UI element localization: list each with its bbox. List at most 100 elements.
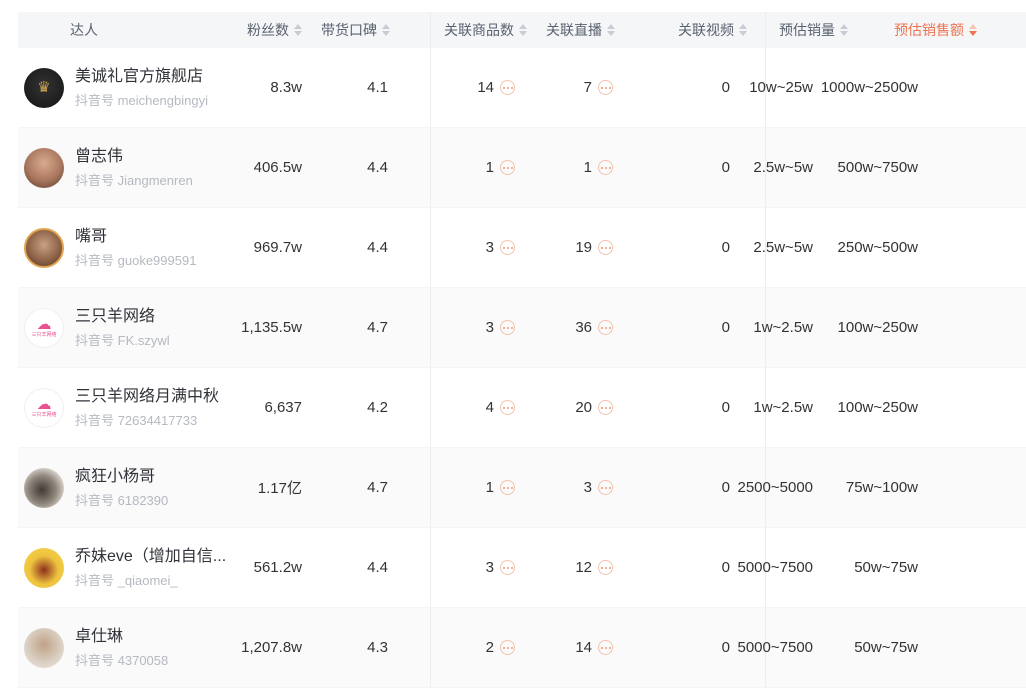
douyin-id-value: 4370058 xyxy=(118,653,169,668)
influencer-name[interactable]: 乔妹eve（增加自信... xyxy=(75,547,226,567)
douyin-account: 抖音号 meichengbingyi xyxy=(75,93,208,108)
related-lives: 36 xyxy=(535,288,627,367)
influencer-name[interactable]: 三只羊网络月满中秋 xyxy=(75,387,219,407)
column-header-lives[interactable]: 关联直播 xyxy=(535,12,627,48)
avatar[interactable] xyxy=(24,148,64,188)
sort-caret-icon[interactable] xyxy=(607,24,615,36)
reputation-score: 4.4 xyxy=(328,208,430,287)
influencer-cell: 乔妹eve（增加自信... 抖音号 _qiaomei_ xyxy=(18,528,233,607)
douyin-id-value: Jiangmenren xyxy=(118,173,193,188)
related-products: 3 xyxy=(430,288,535,367)
column-header-videos[interactable]: 关联视频 xyxy=(627,12,765,48)
table-header: 达人 粉丝数 带货口碑 关联商品数 关联直播 关联视频 预估销量 预估销售额 xyxy=(18,12,1026,48)
more-ellipsis-icon[interactable] xyxy=(598,80,613,95)
avatar-logo-icon: ♛ xyxy=(37,80,50,95)
sort-caret-active-desc-icon[interactable] xyxy=(969,24,977,36)
column-header-reputation[interactable]: 带货口碑 xyxy=(328,12,430,48)
more-ellipsis-icon[interactable] xyxy=(500,560,515,575)
related-lives: 20 xyxy=(535,368,627,447)
reputation-score: 4.4 xyxy=(328,128,430,207)
influencer-name[interactable]: 嘴哥 xyxy=(75,227,196,247)
related-lives: 7 xyxy=(535,48,627,127)
estimated-amount: 500w~750w xyxy=(865,128,1026,207)
sort-caret-icon[interactable] xyxy=(519,24,527,36)
more-ellipsis-icon[interactable] xyxy=(598,480,613,495)
more-ellipsis-icon[interactable] xyxy=(500,320,515,335)
more-ellipsis-icon[interactable] xyxy=(598,320,613,335)
reputation-score: 4.1 xyxy=(328,48,430,127)
douyin-account: 抖音号 guoke999591 xyxy=(75,253,196,268)
avatar[interactable]: ☁ 三只羊网络 xyxy=(24,388,64,428)
column-header-est-sales[interactable]: 预估销量 xyxy=(765,12,865,48)
influencer-cell: 曾志伟 抖音号 Jiangmenren xyxy=(18,128,233,207)
more-ellipsis-icon[interactable] xyxy=(500,80,515,95)
reputation-score: 4.7 xyxy=(328,288,430,367)
fans-count: 1.17亿 xyxy=(233,448,328,527)
more-ellipsis-icon[interactable] xyxy=(598,240,613,255)
sort-caret-icon[interactable] xyxy=(739,24,747,36)
related-videos: 0 xyxy=(627,208,765,287)
related-products-count: 1 xyxy=(486,479,494,496)
influencer-name[interactable]: 曾志伟 xyxy=(75,147,193,167)
fans-count: 8.3w xyxy=(233,48,328,127)
column-label: 关联视频 xyxy=(678,20,734,40)
related-videos: 0 xyxy=(627,288,765,367)
more-ellipsis-icon[interactable] xyxy=(500,240,515,255)
related-lives-count: 20 xyxy=(575,399,592,416)
avatar[interactable] xyxy=(24,628,64,668)
related-products-count: 1 xyxy=(486,159,494,176)
influencer-cell: ☁ 三只羊网络 三只羊网络月满中秋 抖音号 72634417733 xyxy=(18,368,233,447)
sort-caret-icon[interactable] xyxy=(840,24,848,36)
related-products-count: 3 xyxy=(486,559,494,576)
table-row: 乔妹eve（增加自信... 抖音号 _qiaomei_ 561.2w 4.4 3… xyxy=(18,528,1026,608)
related-lives-count: 19 xyxy=(575,239,592,256)
influencer-name[interactable]: 三只羊网络 xyxy=(75,307,170,327)
influencer-name[interactable]: 疯狂小杨哥 xyxy=(75,467,168,487)
related-products: 1 xyxy=(430,128,535,207)
avatar[interactable] xyxy=(24,468,64,508)
douyin-id-label: 抖音号 xyxy=(75,333,114,348)
more-ellipsis-icon[interactable] xyxy=(598,160,613,175)
douyin-id-value: guoke999591 xyxy=(118,253,197,268)
influencer-name[interactable]: 卓仕琳 xyxy=(75,627,168,647)
related-products: 4 xyxy=(430,368,535,447)
more-ellipsis-icon[interactable] xyxy=(500,160,515,175)
column-label: 粉丝数 xyxy=(247,20,289,40)
column-header-est-amount-sorted[interactable]: 预估销售额 xyxy=(865,12,1026,48)
influencer-name[interactable]: 美诚礼官方旗舰店 xyxy=(75,67,208,87)
column-header-products[interactable]: 关联商品数 xyxy=(430,12,535,48)
related-lives: 12 xyxy=(535,528,627,607)
fans-count: 6,637 xyxy=(233,368,328,447)
avatar[interactable]: ♛ xyxy=(24,68,64,108)
related-lives-count: 12 xyxy=(575,559,592,576)
related-lives: 19 xyxy=(535,208,627,287)
sort-caret-icon[interactable] xyxy=(382,24,390,36)
more-ellipsis-icon[interactable] xyxy=(598,560,613,575)
more-ellipsis-icon[interactable] xyxy=(500,640,515,655)
column-label: 关联直播 xyxy=(546,20,602,40)
related-lives: 14 xyxy=(535,608,627,687)
douyin-account: 抖音号 Jiangmenren xyxy=(75,173,193,188)
estimated-sales: 5000~7500 xyxy=(765,528,865,607)
douyin-id-label: 抖音号 xyxy=(75,93,114,108)
table-row: 卓仕琳 抖音号 4370058 1,207.8w 4.3 2 14 0 5000… xyxy=(18,608,1026,688)
table-row: ☁ 三只羊网络 三只羊网络 抖音号 FK.szywl 1,135.5w 4.7 … xyxy=(18,288,1026,368)
related-videos: 0 xyxy=(627,48,765,127)
avatar[interactable]: ☁ 三只羊网络 xyxy=(24,308,64,348)
more-ellipsis-icon[interactable] xyxy=(500,480,515,495)
more-ellipsis-icon[interactable] xyxy=(598,640,613,655)
related-products-count: 4 xyxy=(486,399,494,416)
avatar[interactable] xyxy=(24,548,64,588)
avatar[interactable] xyxy=(24,228,64,268)
related-lives-count: 36 xyxy=(575,319,592,336)
influencer-info: 曾志伟 抖音号 Jiangmenren xyxy=(75,147,193,188)
douyin-id-value: _qiaomei_ xyxy=(118,573,178,588)
column-header-fans[interactable]: 粉丝数 xyxy=(233,12,328,48)
influencer-info: 嘴哥 抖音号 guoke999591 xyxy=(75,227,196,268)
more-ellipsis-icon[interactable] xyxy=(598,400,613,415)
douyin-id-value: meichengbingyi xyxy=(118,93,208,108)
related-products: 2 xyxy=(430,608,535,687)
more-ellipsis-icon[interactable] xyxy=(500,400,515,415)
douyin-id-label: 抖音号 xyxy=(75,493,114,508)
sort-caret-icon[interactable] xyxy=(294,24,302,36)
